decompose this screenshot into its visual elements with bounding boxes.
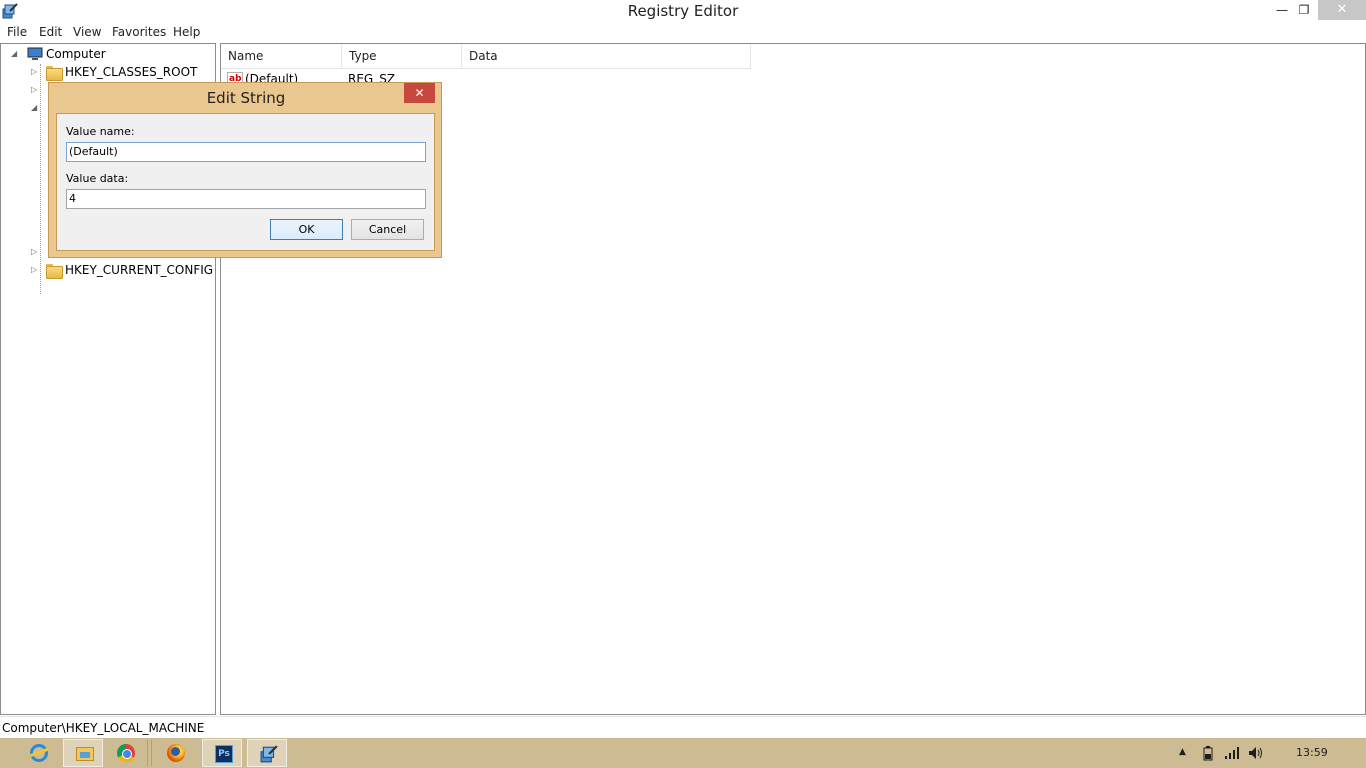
value-data-input[interactable]: 4 bbox=[66, 189, 426, 209]
tree-item-hidden[interactable]: ▷ bbox=[29, 81, 49, 99]
photoshop-icon: Ps bbox=[215, 745, 233, 763]
chrome-icon bbox=[117, 744, 135, 762]
list-header: Name Type Data bbox=[221, 44, 751, 69]
collapse-arrow-icon[interactable]: ◢ bbox=[31, 104, 39, 112]
taskbar-chrome[interactable] bbox=[105, 739, 145, 767]
tree-item-hidden[interactable]: ▷ bbox=[29, 243, 49, 261]
tree-item-label: HKEY_CURRENT_CONFIG bbox=[65, 263, 214, 277]
network-signal-icon[interactable] bbox=[1224, 746, 1240, 760]
menu-file[interactable]: File bbox=[7, 25, 27, 39]
expand-arrow-icon[interactable]: ▷ bbox=[31, 68, 39, 76]
file-explorer-icon bbox=[76, 747, 94, 761]
taskbar-registry-editor[interactable] bbox=[247, 739, 287, 767]
firefox-icon bbox=[167, 744, 185, 762]
title-bar[interactable]: Registry Editor — ❐ ✕ bbox=[0, 0, 1366, 22]
close-button[interactable]: ✕ bbox=[1318, 0, 1366, 20]
menu-edit[interactable]: Edit bbox=[39, 25, 62, 39]
folder-icon bbox=[46, 66, 63, 81]
taskbar-photoshop[interactable]: Ps bbox=[202, 739, 242, 767]
tree-item-hkey-current-config[interactable]: ▷ HKEY_CURRENT_CONFIG bbox=[29, 261, 214, 279]
dialog-body: Value name: (Default) Value data: 4 OK C… bbox=[56, 113, 435, 251]
show-hidden-icons-icon[interactable]: ▲ bbox=[1179, 747, 1186, 757]
tree-item-label: HKEY_CLASSES_ROOT bbox=[65, 65, 198, 79]
menu-bar: File Edit View Favorites Help bbox=[0, 23, 1366, 42]
folder-icon bbox=[46, 264, 63, 279]
clock[interactable]: 13:59 bbox=[1296, 746, 1328, 759]
computer-icon bbox=[27, 47, 43, 60]
internet-explorer-icon bbox=[30, 744, 48, 762]
taskbar-separator bbox=[147, 740, 148, 766]
dialog-title: Edit String bbox=[206, 89, 286, 107]
expand-arrow-icon[interactable]: ▷ bbox=[31, 86, 39, 94]
taskbar-separator bbox=[151, 740, 152, 766]
value-name-label: Value name: bbox=[66, 125, 135, 138]
dialog-close-button[interactable]: ✕ bbox=[404, 83, 435, 103]
taskbar-firefox[interactable] bbox=[155, 739, 195, 767]
system-tray: ▲ bbox=[1176, 738, 1366, 768]
tree-item-computer[interactable]: ◢ Computer bbox=[9, 45, 209, 63]
cancel-button[interactable]: Cancel bbox=[351, 219, 424, 240]
edit-string-dialog: Edit String ✕ Value name: (Default) Valu… bbox=[48, 82, 442, 258]
column-header-type[interactable]: Type bbox=[342, 44, 462, 69]
menu-help[interactable]: Help bbox=[173, 25, 200, 39]
tree-item-label: Computer bbox=[46, 47, 106, 61]
value-name-input[interactable]: (Default) bbox=[66, 142, 426, 162]
window-title: Registry Editor bbox=[627, 2, 739, 20]
restore-button[interactable]: ❐ bbox=[1290, 0, 1318, 20]
column-header-name[interactable]: Name bbox=[221, 44, 342, 69]
menu-view[interactable]: View bbox=[73, 25, 101, 39]
value-data-label: Value data: bbox=[66, 172, 129, 185]
taskbar-file-explorer[interactable] bbox=[63, 739, 103, 767]
column-header-data[interactable]: Data bbox=[462, 44, 751, 69]
expand-arrow-icon[interactable]: ▷ bbox=[31, 248, 39, 256]
volume-icon[interactable] bbox=[1248, 746, 1264, 760]
registry-editor-icon bbox=[260, 745, 278, 763]
ok-button[interactable]: OK bbox=[270, 219, 343, 240]
expand-arrow-icon[interactable]: ▷ bbox=[31, 266, 39, 274]
tree-item-hidden[interactable]: ◢ bbox=[29, 99, 49, 117]
taskbar: Ps ▲ 13:59 bbox=[0, 738, 1366, 768]
status-bar: Computer\HKEY_LOCAL_MACHINE bbox=[0, 716, 1366, 738]
collapse-arrow-icon[interactable]: ◢ bbox=[11, 50, 19, 58]
taskbar-internet-explorer[interactable] bbox=[18, 739, 58, 767]
battery-icon[interactable] bbox=[1202, 745, 1216, 761]
tree-item-hkey-classes-root[interactable]: ▷ HKEY_CLASSES_ROOT bbox=[29, 63, 209, 81]
vertical-scrollbar[interactable] bbox=[1363, 44, 1365, 714]
menu-favorites[interactable]: Favorites bbox=[112, 25, 166, 39]
